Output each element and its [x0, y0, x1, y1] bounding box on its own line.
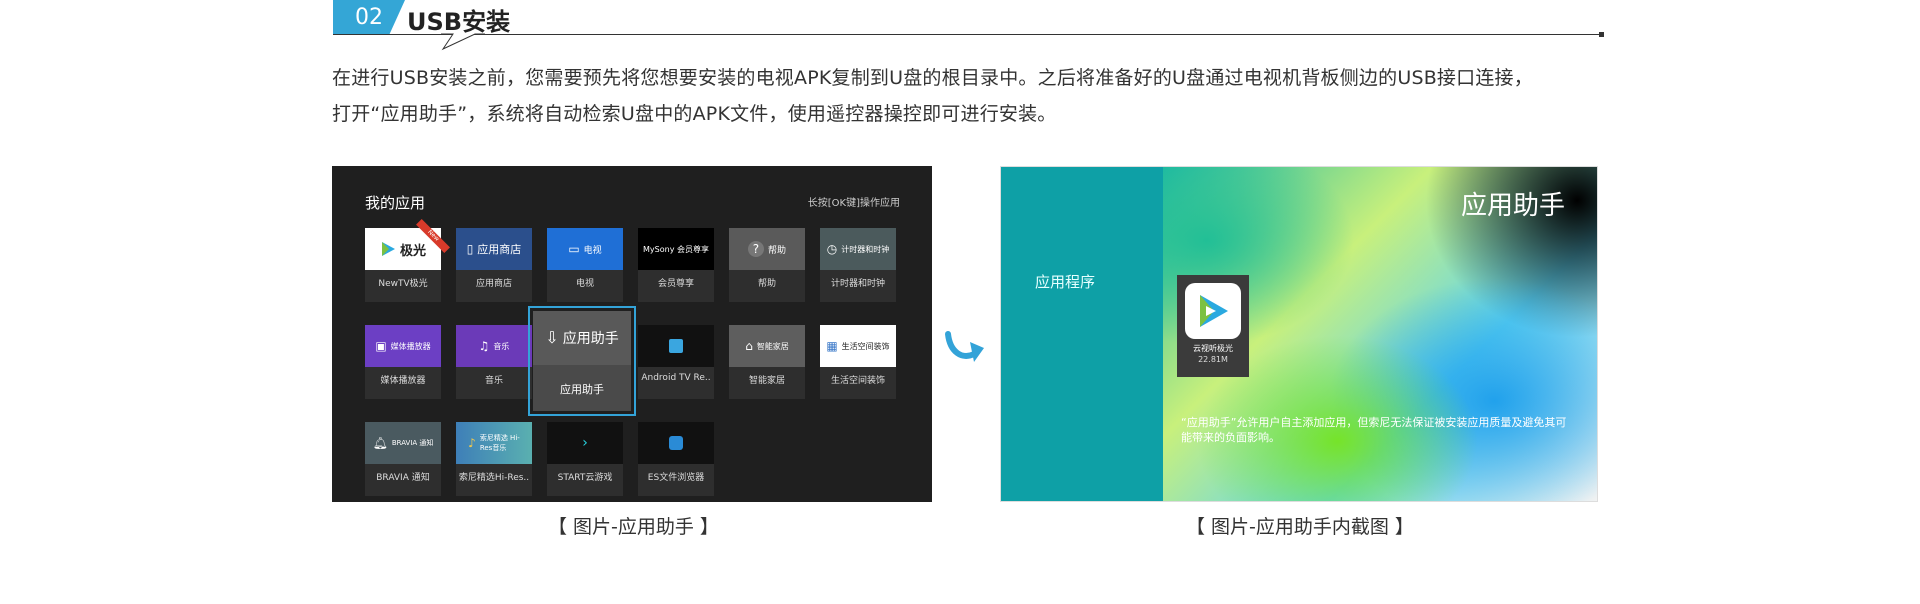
app-thumb-text: 帮助	[767, 245, 786, 256]
app-tile-newtv[interactable]: 极光 New NewTV极光	[365, 219, 450, 302]
header-rule-end	[1599, 32, 1604, 37]
description-line-1: 在进行USB安装之前，您需要预先将您想要安装的电视APK复制到U盘的根目录中。之…	[332, 67, 1533, 89]
app-label: Android TV Re..	[641, 373, 711, 383]
app-thumb-text: 智能家居	[756, 341, 789, 351]
section-header: 02 USB安装	[333, 0, 1605, 52]
clock-icon: ◷	[826, 242, 838, 256]
speech-notch	[441, 33, 485, 51]
app-tile-help[interactable]: ? 帮助 帮助	[729, 228, 805, 302]
app-tile-android-tv-remote[interactable]: Android TV Re..	[638, 325, 714, 399]
hires-icon: ♪	[468, 436, 476, 450]
app-tile-mysony[interactable]: MySony 会员尊享 会员尊享	[638, 228, 714, 302]
app-label: 应用商店	[475, 279, 512, 289]
disclaimer-note: “应用助手”允许用户自主添加应用，但索尼无法保证被安装应用质量及避免其可能带来的…	[1181, 416, 1567, 444]
bag-icon: ▯	[466, 242, 474, 256]
caption-right: 【 图片-应用助手内截图 】	[1186, 516, 1414, 538]
sidebar-panel	[1001, 167, 1163, 501]
description: 在进行USB安装之前，您需要预先将您想要安装的电视APK复制到U盘的根目录中。之…	[332, 60, 1612, 132]
app-label: 索尼精选Hi-Res..	[458, 473, 530, 483]
app-thumb-text: BRAVIA 通知	[391, 439, 434, 447]
description-line-2: 打开“应用助手”，系统将自动检索U盘中的APK文件，使用遥控器操控即可进行安装。	[332, 103, 1057, 125]
app-label: 电视	[575, 279, 594, 289]
bell-icon: 🔔︎	[372, 436, 388, 450]
caption-left: 【 图片-应用助手 】	[548, 516, 719, 538]
header-rule	[333, 34, 1603, 35]
section-number: 02	[333, 0, 405, 35]
es-icon	[669, 436, 683, 450]
app-label: 计时器和时钟	[830, 279, 885, 289]
app-label: NewTV极光	[378, 279, 428, 289]
section-title: USB安装	[407, 8, 511, 36]
app-thumb-text: 索尼精选 Hi-Res音乐	[479, 434, 520, 452]
decor-icon: ▦	[826, 339, 838, 353]
yunshiting-app-icon	[1185, 283, 1241, 339]
install-icon: ⇩	[545, 328, 559, 347]
my-apps-screenshot: 我的应用 长按[OK键]操作应用 极光 New NewTV极光 ▯ 应用商店 应…	[332, 166, 932, 502]
my-apps-title: 我的应用	[365, 194, 426, 212]
app-thumb-text: 计时器和时钟	[841, 244, 890, 254]
tv-icon: ▭	[568, 242, 580, 256]
apk-app-card[interactable]: 云视听极光 22.81M	[1177, 275, 1249, 377]
app-label: 生活空间装饰	[830, 376, 885, 386]
app-tile-media-player[interactable]: ▣ 媒体播放器 媒体播放器	[365, 325, 441, 399]
app-thumb-text: 应用商店	[477, 243, 522, 256]
apk-app-name: 云视听极光	[1193, 344, 1233, 353]
app-thumb-text: 媒体播放器	[390, 341, 431, 351]
media-player-icon: ▣	[375, 339, 387, 353]
help-icon: ?	[747, 241, 764, 257]
app-thumb-text: 生活空间装饰	[841, 341, 890, 351]
app-tile-bravia-notice[interactable]: 🔔︎ BRAVIA 通知 BRAVIA 通知	[365, 422, 441, 496]
app-tile-es-file-explorer[interactable]: ES文件浏览器	[638, 422, 714, 496]
app-thumb-text: 应用助手	[562, 331, 619, 347]
remote-icon	[669, 339, 683, 353]
app-tile-app-store[interactable]: ▯ 应用商店 应用商店	[456, 228, 532, 302]
app-thumb-text: 音乐	[493, 341, 510, 351]
my-apps-hint: 长按[OK键]操作应用	[807, 198, 900, 209]
apk-app-size: 22.81M	[1198, 355, 1228, 364]
app-label: 会员尊享	[657, 279, 694, 289]
app-thumb-text: 极光	[399, 243, 426, 259]
app-label: START云游戏	[557, 473, 613, 483]
app-label: 智能家居	[748, 376, 785, 386]
app-tile-living-decor[interactable]: ▦ 生活空间装饰 生活空间装饰	[820, 325, 896, 399]
app-helper-screenshot: 应用程序 应用助手 云视听极光 22.81M “应用助手”允许用户自主添加应用，…	[1000, 166, 1598, 502]
app-thumb-text: 电视	[583, 245, 602, 256]
start-icon: ›	[582, 435, 588, 451]
app-helper-title: 应用助手	[1460, 191, 1565, 221]
app-tile-music[interactable]: ♫ 音乐 音乐	[456, 325, 532, 399]
app-label: 媒体播放器	[380, 376, 426, 386]
music-icon: ♫	[478, 339, 490, 353]
app-tile-smart-home[interactable]: ⌂ 智能家居 智能家居	[729, 325, 805, 399]
app-label: 帮助	[757, 279, 776, 289]
mysony-icon: MySony 会员尊享	[643, 244, 709, 254]
app-label: ES文件浏览器	[647, 473, 705, 483]
app-label: BRAVIA 通知	[376, 473, 430, 483]
curved-arrow-icon	[945, 331, 984, 362]
app-tile-sony-hires[interactable]: ♪ 索尼精选 Hi-Res音乐 索尼精选Hi-Res..	[456, 422, 532, 496]
home-icon: ⌂	[745, 339, 753, 353]
app-tile-app-helper[interactable]: ⇩ 应用助手 应用助手	[533, 311, 631, 411]
play-icon	[1200, 295, 1228, 327]
sidebar-item-applications[interactable]: 应用程序	[1035, 271, 1095, 292]
app-label: 音乐	[484, 376, 503, 386]
app-tile-tv[interactable]: ▭ 电视 电视	[547, 228, 623, 302]
app-label: 应用助手	[560, 383, 604, 396]
app-tile-timer-clock[interactable]: ◷ 计时器和时钟 计时器和时钟	[820, 228, 896, 302]
play-icon	[381, 242, 395, 256]
app-tile-start-cloud-game[interactable]: › START云游戏	[547, 422, 623, 496]
